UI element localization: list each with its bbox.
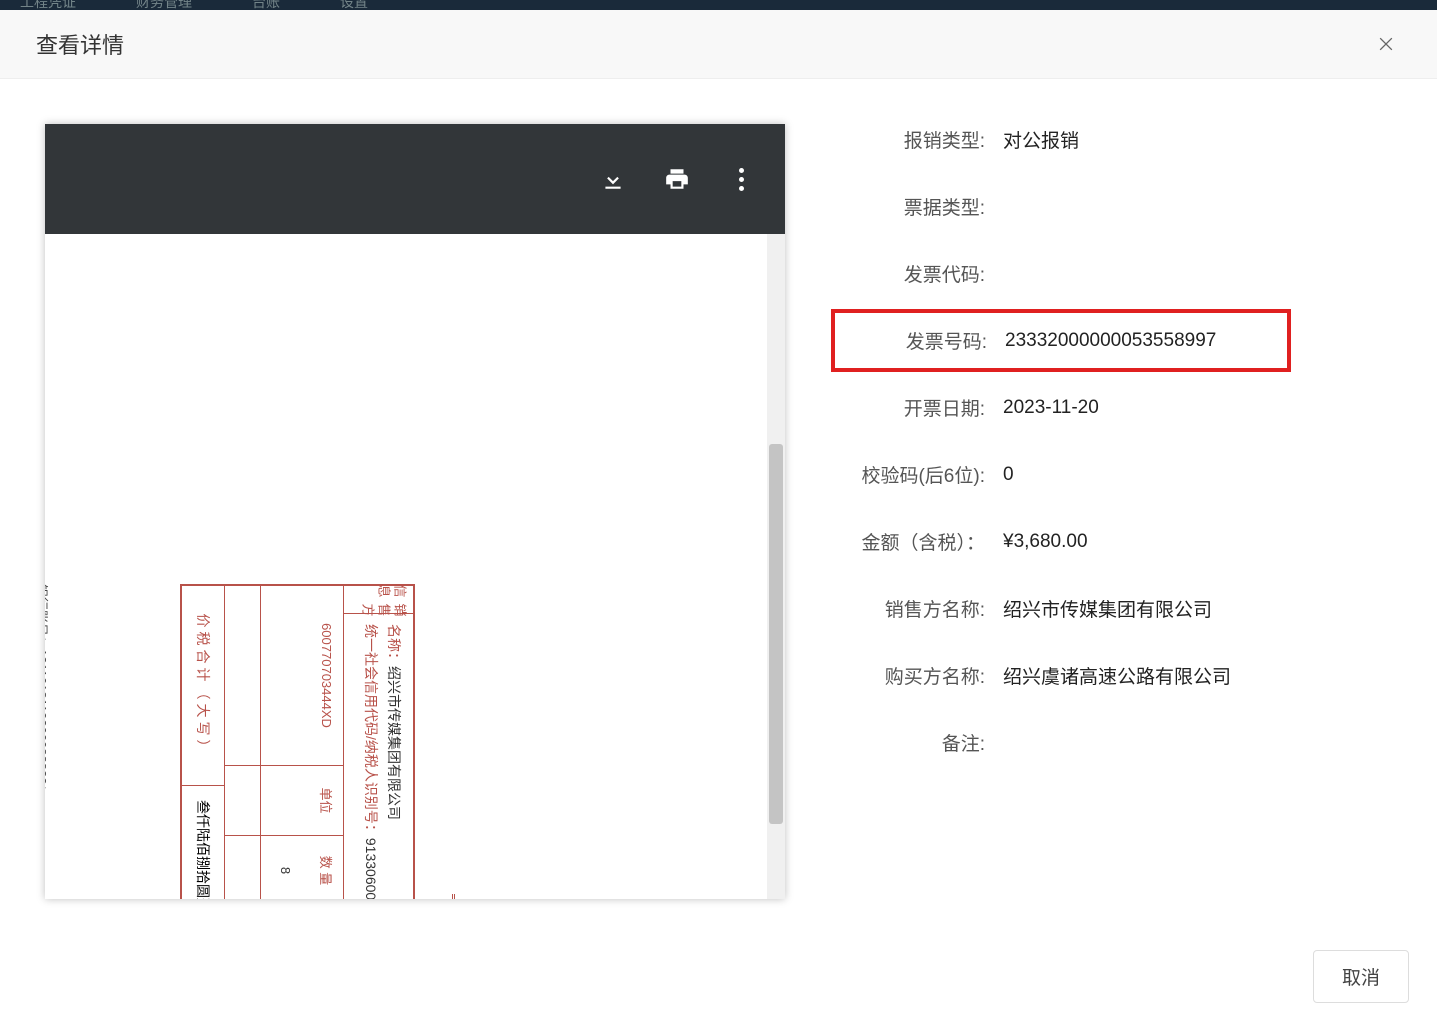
more-icon bbox=[739, 168, 744, 173]
modal-title: 查看详情 bbox=[36, 28, 124, 60]
more-button[interactable] bbox=[727, 165, 755, 193]
row-reimburse-type: 报销类型:对公报销 bbox=[845, 126, 1437, 153]
seller-side-label: 销售方信息 bbox=[344, 586, 413, 614]
invoice-footer: 银行账号：1211018119200088822； 页码：1 bbox=[45, 584, 55, 899]
scrollbar-thumb[interactable] bbox=[769, 444, 783, 824]
row-check-code: 校验码(后6位):0 bbox=[845, 461, 1437, 488]
modal-footer: 取消 bbox=[0, 934, 1437, 1031]
modal-body: 电子发票（普通发票） 发票号码：23332000000053558997 开票日… bbox=[0, 79, 1437, 934]
print-icon bbox=[664, 166, 690, 192]
invoice-document: 电子发票（普通发票） 发票号码：23332000000053558997 开票日… bbox=[45, 234, 767, 899]
row-invoice-code: 发票代码: bbox=[845, 260, 1437, 287]
download-icon bbox=[600, 166, 626, 192]
row-buyer: 购买方名称:绍兴虞诸高速公路有限公司 bbox=[845, 662, 1437, 689]
pdf-viewer: 电子发票（普通发票） 发票号码：23332000000053558997 开票日… bbox=[45, 124, 785, 899]
row-bill-type: 票据类型: bbox=[845, 193, 1437, 220]
download-button[interactable] bbox=[599, 165, 627, 193]
cancel-button[interactable]: 取消 bbox=[1313, 950, 1409, 1003]
modal-header: 查看详情 bbox=[0, 10, 1437, 79]
details-panel: 报销类型:对公报销 票据类型: 发票代码: 发票号码:2333200000005… bbox=[845, 124, 1437, 934]
row-seller: 销售方名称:绍兴市传媒集团有限公司 bbox=[845, 595, 1437, 622]
invoice-table: 销售方信息 名称：绍兴市传媒集团有限公司 统一社会信用代码/纳税人识别号：913… bbox=[180, 584, 415, 899]
row-invoice-date: 开票日期:2023-11-20 bbox=[845, 394, 1437, 421]
row-invoice-number-highlight: 发票号码:23332000000053558997 bbox=[831, 309, 1291, 372]
nav-item[interactable]: 设置 bbox=[340, 0, 368, 2]
row-amount: 金额（含税）：¥3,680.00 bbox=[845, 528, 1437, 555]
viewer-toolbar bbox=[45, 124, 785, 234]
nav-item[interactable]: 财务管理 bbox=[136, 0, 192, 2]
close-button[interactable] bbox=[1371, 29, 1401, 59]
viewer-content[interactable]: 电子发票（普通发票） 发票号码：23332000000053558997 开票日… bbox=[45, 234, 785, 899]
scrollbar-vertical[interactable] bbox=[767, 234, 785, 899]
row-remark: 备注: bbox=[845, 729, 1437, 756]
invoice-title: 电子发票（普通发票） bbox=[452, 894, 555, 899]
nav-item[interactable]: 台账 bbox=[252, 0, 280, 2]
top-nav: 工程凭证 财务管理 台账 设置 bbox=[0, 0, 1437, 10]
print-button[interactable] bbox=[663, 165, 691, 193]
close-icon bbox=[1376, 34, 1396, 54]
detail-modal: 查看详情 电子发票（普通发票） bbox=[0, 10, 1437, 1031]
nav-item[interactable]: 工程凭证 bbox=[20, 0, 76, 2]
